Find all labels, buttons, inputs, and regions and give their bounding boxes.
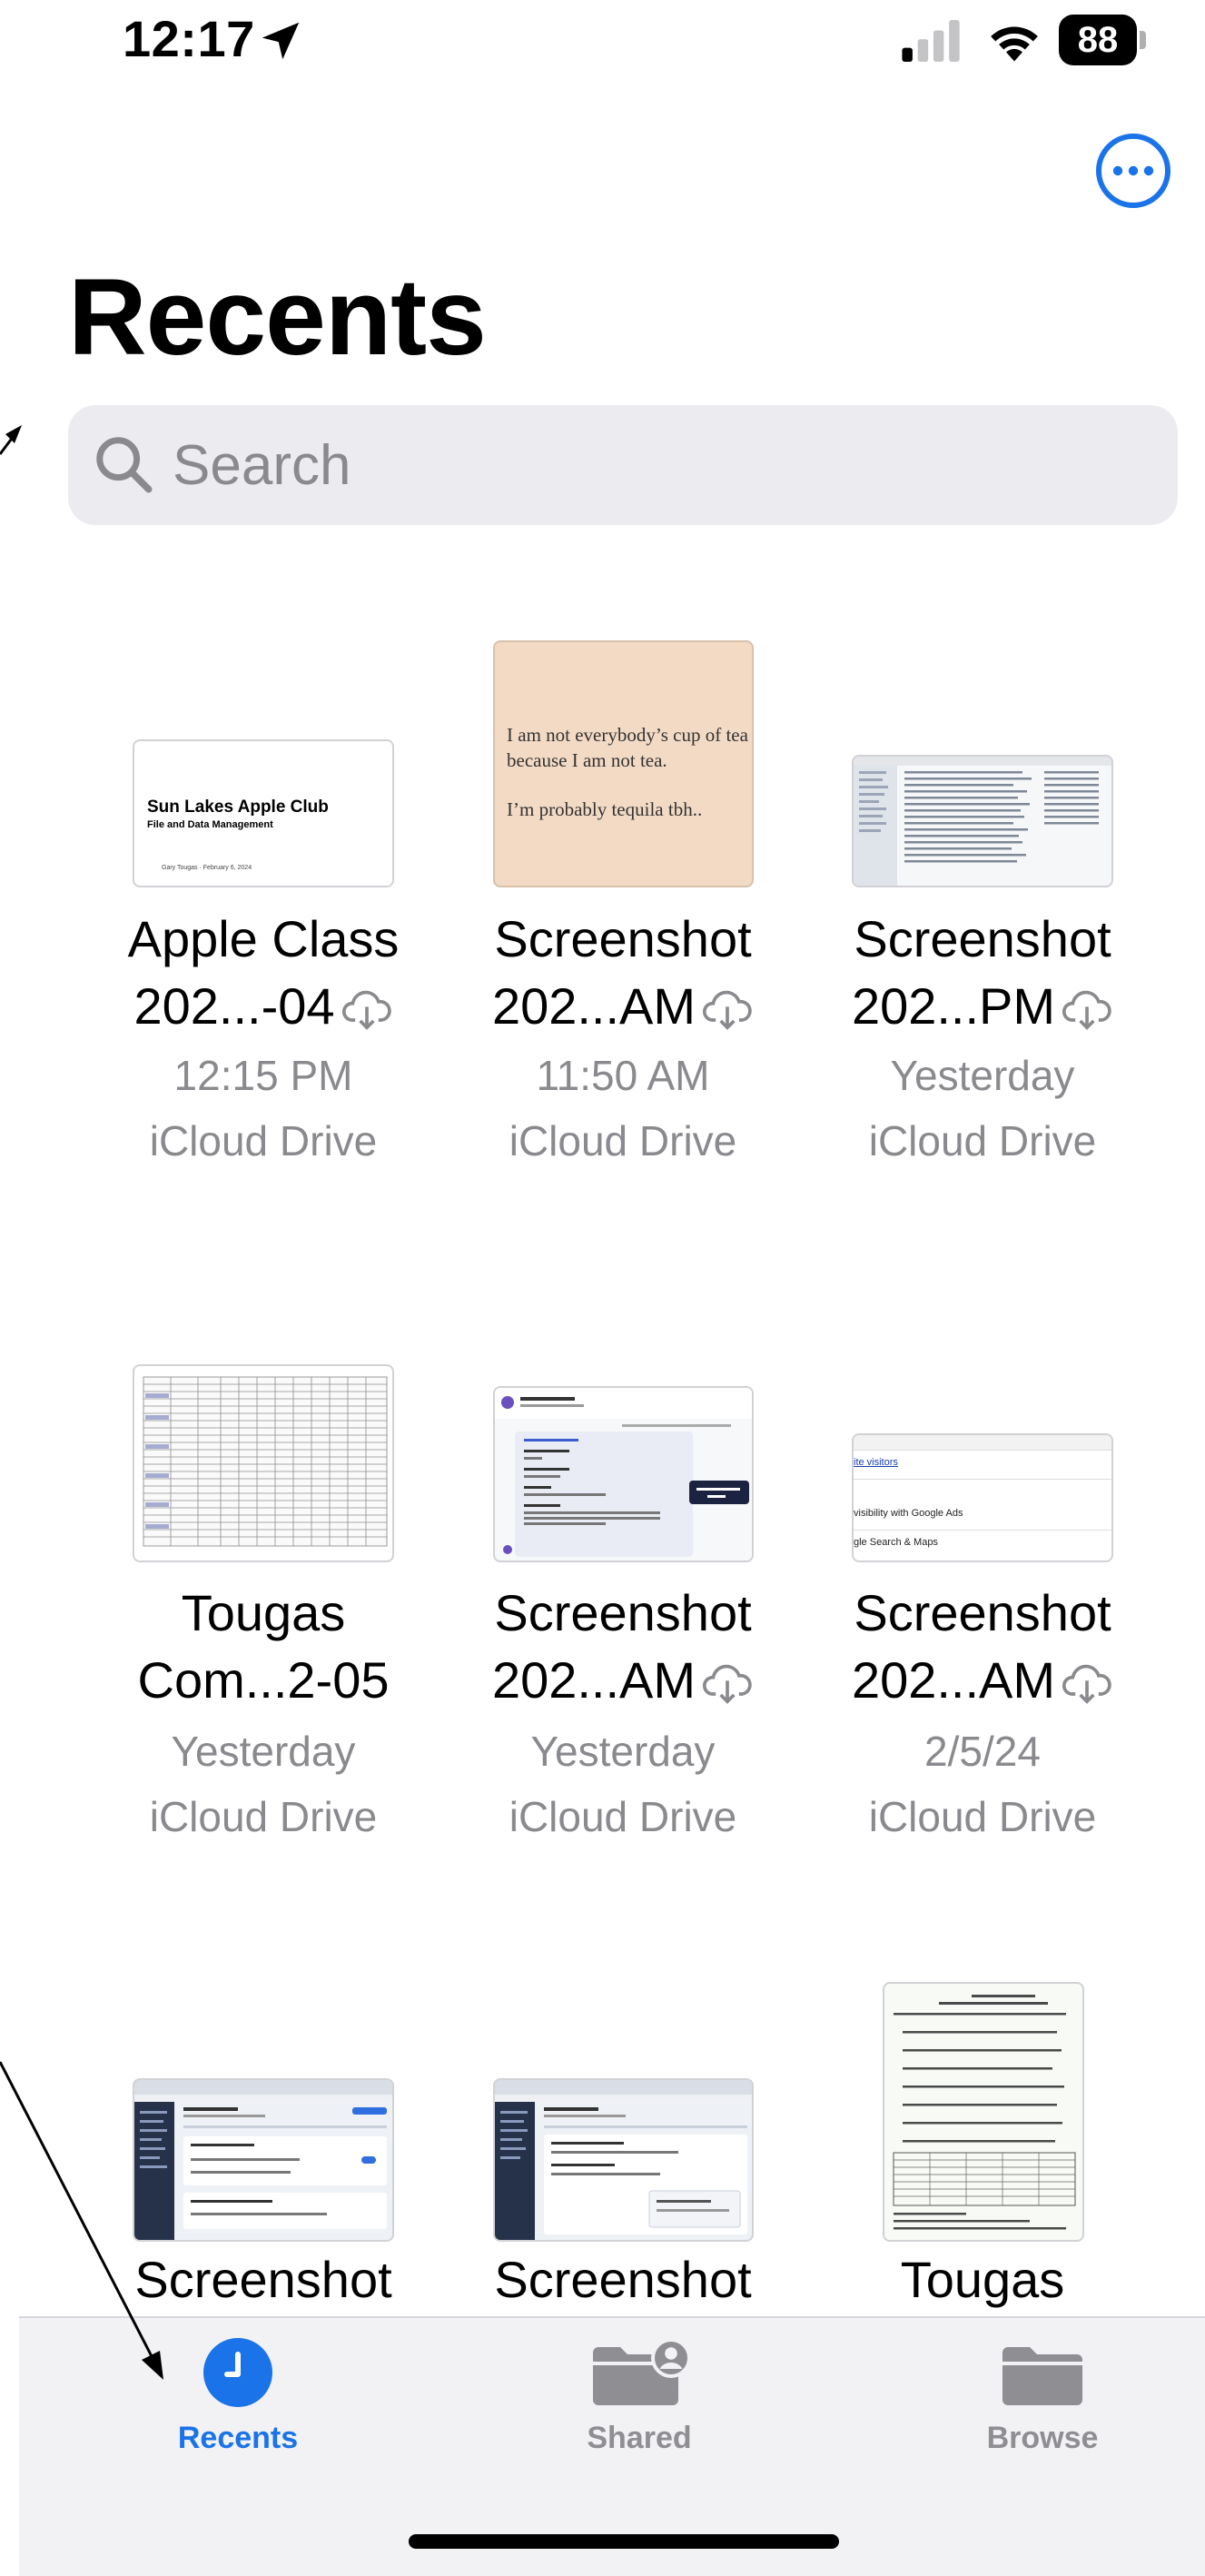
- more-options-button[interactable]: [1095, 133, 1171, 209]
- file-time: Yesterday: [890, 1052, 1075, 1099]
- cloud-download-icon[interactable]: [701, 1664, 754, 1705]
- file-thumbnail: [133, 1364, 394, 1562]
- file-name-line2: 202...AM: [443, 1647, 803, 1714]
- file-thumbnail: [883, 1982, 1084, 2242]
- cloud-download-icon[interactable]: [341, 990, 393, 1031]
- file-name-truncated: 202...AM: [491, 1651, 696, 1709]
- file-name: Screenshot: [134, 2251, 392, 2308]
- file-time: 2/5/24: [924, 1728, 1041, 1775]
- shared-folder-icon: [593, 2338, 691, 2405]
- file-name: Tougas: [181, 1584, 346, 1641]
- thumb-typed-document: [893, 1995, 1076, 2230]
- cloud-download-icon[interactable]: [1061, 990, 1113, 1031]
- file-thumbnail: [493, 2078, 754, 2242]
- tab-label: Recents: [177, 2421, 299, 2455]
- file-location: iCloud Drive: [149, 1117, 378, 1164]
- file-thumbnail: [493, 1386, 754, 1562]
- file-thumbnail: ite visitors visibility with Google Ads …: [852, 1433, 1113, 1562]
- file-thumbnail: Sun Lakes Apple Club File and Data Manag…: [133, 739, 394, 887]
- clock-icon: [203, 2338, 272, 2407]
- file-thumbnail: [133, 2078, 394, 2242]
- thumb-spreadsheet: [143, 1376, 388, 1547]
- thumb-footer: Gary Tougas · February 6, 2024: [162, 865, 252, 871]
- file-name: Screenshot: [494, 1584, 752, 1641]
- home-indicator: [409, 2534, 839, 2549]
- thumb-text-2: because I am not tea.: [507, 749, 667, 771]
- file-name-line2: 202...AM: [443, 973, 803, 1040]
- file-time: Yesterday: [171, 1728, 356, 1775]
- thumb-browser-settings: [134, 2080, 392, 2240]
- file-name: Screenshot: [854, 1584, 1111, 1641]
- file-location: iCloud Drive: [509, 1117, 737, 1164]
- thumb-subtitle: File and Data Management: [147, 819, 273, 830]
- file-item[interactable]: ite visitors visibility with Google Ads …: [803, 1313, 1162, 1849]
- file-item[interactable]: Tougas: [803, 1980, 1162, 2316]
- search-icon: [96, 437, 153, 493]
- file-item[interactable]: Screenshot 202...AM Yesterday iCloud Dri…: [443, 1313, 803, 1849]
- file-name-truncated: 202...-04: [133, 977, 335, 1035]
- file-location: iCloud Drive: [868, 1793, 1097, 1840]
- thumb-messages: [495, 1388, 752, 1557]
- thumb-browser-settings: [495, 2080, 752, 2240]
- thumb-text-3: I’m probably tequila tbh..: [507, 798, 703, 820]
- file-thumbnail: [852, 755, 1113, 887]
- tab-label: Browse: [986, 2421, 1099, 2455]
- file-time: 12:15 PM: [173, 1052, 353, 1099]
- file-name: Screenshot: [854, 910, 1111, 967]
- thumb-text-2: visibility with Google Ads: [854, 1508, 963, 1519]
- file-location: iCloud Drive: [149, 1793, 378, 1840]
- file-name-truncated: 202...AM: [491, 977, 696, 1035]
- file-name-truncated: 202...AM: [851, 1651, 1056, 1709]
- cellular-signal-icon: [902, 20, 960, 62]
- cloud-download-icon[interactable]: [701, 990, 754, 1031]
- thumb-finder-window: [854, 757, 1111, 886]
- file-time: 11:50 AM: [536, 1052, 710, 1099]
- file-location: iCloud Drive: [509, 1793, 737, 1840]
- file-time: Yesterday: [530, 1728, 716, 1775]
- tab-recents[interactable]: Recents: [120, 2336, 356, 2456]
- file-name: Tougas: [900, 2251, 1065, 2308]
- file-item[interactable]: Screenshot: [443, 1980, 803, 2316]
- file-item[interactable]: Sun Lakes Apple Club File and Data Manag…: [84, 636, 443, 1172]
- tab-browse[interactable]: Browse: [924, 2336, 1161, 2456]
- file-name-line2: 202...-04: [84, 973, 443, 1040]
- page-title: Recents: [68, 256, 487, 378]
- search-bar[interactable]: [68, 405, 1178, 525]
- file-item[interactable]: I am not everybody’s cup of tea because …: [443, 636, 803, 1172]
- file-name-truncated: Com...2-05: [137, 1651, 390, 1709]
- cloud-download-icon[interactable]: [1061, 1664, 1113, 1705]
- file-item[interactable]: Tougas Com...2-05 Yesterday iCloud Drive: [84, 1313, 443, 1849]
- file-name-truncated: 202...PM: [851, 977, 1056, 1035]
- battery-level: 88: [1059, 15, 1137, 65]
- file-name-line2: 202...PM: [803, 973, 1162, 1040]
- tab-shared[interactable]: Shared: [521, 2336, 757, 2456]
- file-name-line2: 202...AM: [803, 1647, 1162, 1714]
- tab-label: Shared: [587, 2421, 692, 2455]
- file-location: iCloud Drive: [868, 1117, 1097, 1164]
- thumb-text-1: ite visitors: [854, 1457, 898, 1468]
- file-name: Screenshot: [494, 910, 752, 967]
- file-thumbnail: I am not everybody’s cup of tea because …: [493, 640, 754, 887]
- file-name: Screenshot: [494, 2251, 752, 2308]
- folder-icon: [1003, 2347, 1082, 2405]
- search-input[interactable]: [173, 431, 1153, 500]
- file-item[interactable]: Screenshot: [84, 1980, 443, 2316]
- thumb-text-3: gle Search & Maps: [854, 1537, 938, 1548]
- status-time: 12:17: [123, 10, 255, 67]
- file-item[interactable]: Screenshot 202...PM Yesterday iCloud Dri…: [803, 636, 1162, 1172]
- thumb-title: Sun Lakes Apple Club: [147, 798, 329, 817]
- thumb-text-1: I am not everybody’s cup of tea: [507, 724, 748, 746]
- file-name: Apple Class: [127, 910, 400, 967]
- wifi-icon: [991, 26, 1038, 62]
- battery-indicator: 88: [1059, 15, 1146, 65]
- location-arrow-icon: [262, 22, 300, 60]
